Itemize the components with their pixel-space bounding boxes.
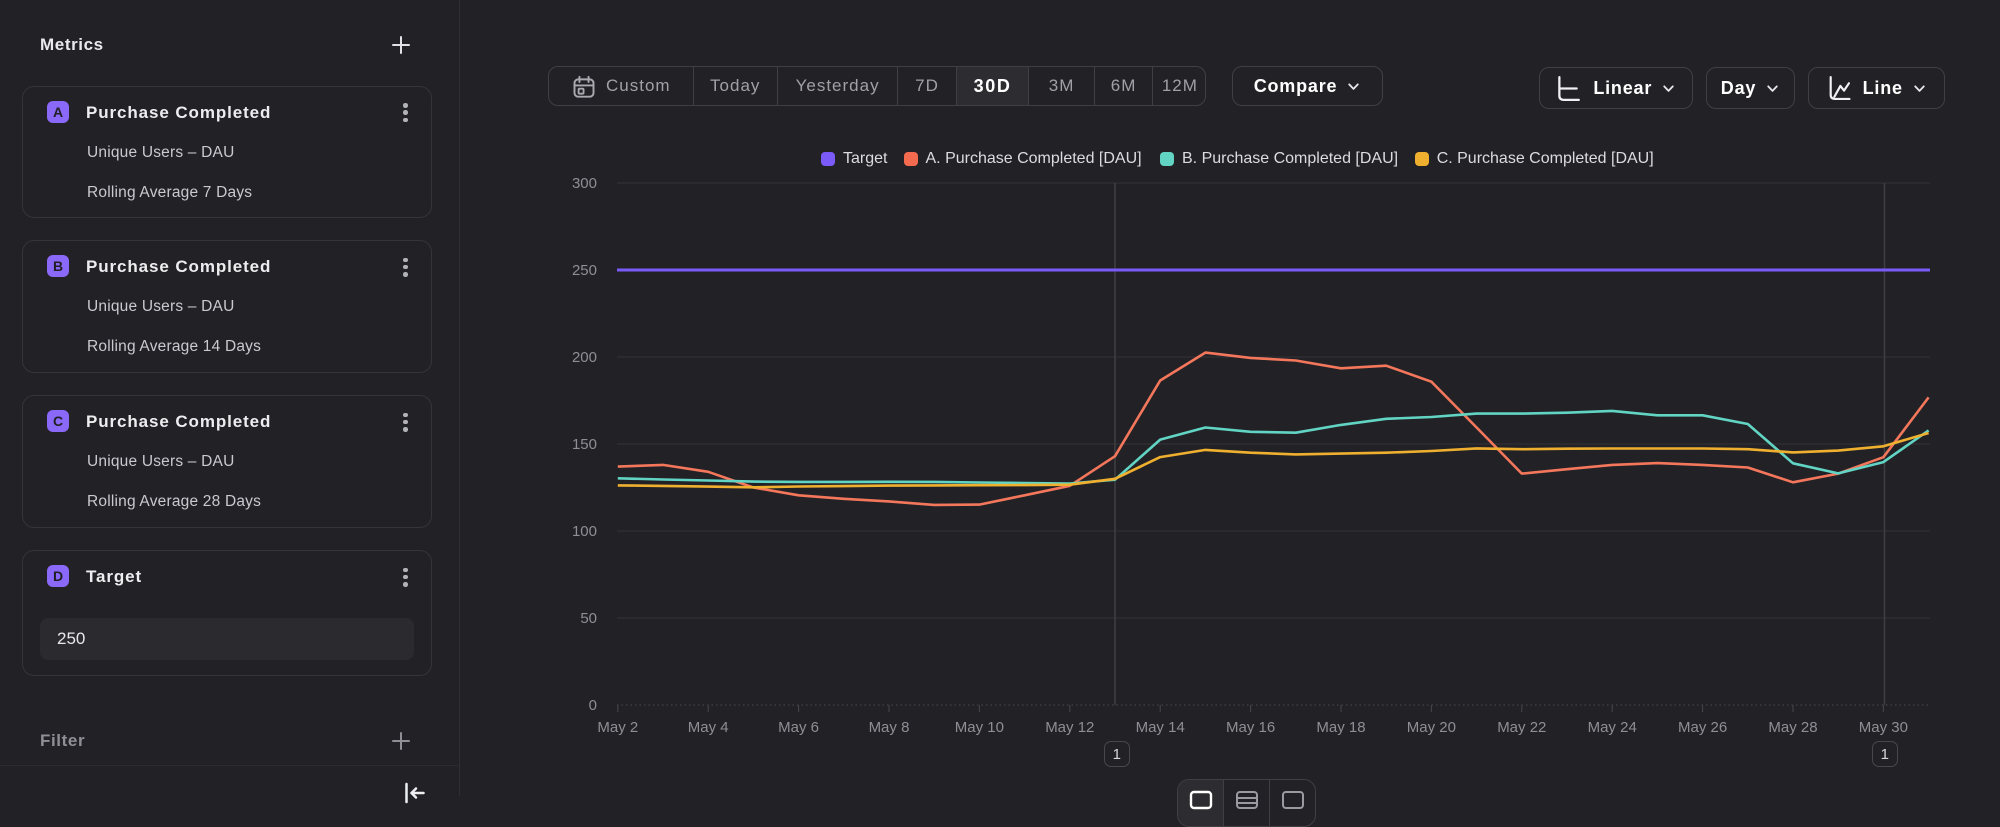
svg-text:May 12: May 12 — [1045, 719, 1094, 736]
svg-text:May 28: May 28 — [1768, 719, 1817, 736]
svg-text:May 20: May 20 — [1407, 719, 1456, 736]
svg-text:50: 50 — [580, 610, 597, 627]
svg-text:300: 300 — [572, 175, 597, 192]
svg-text:150: 150 — [572, 436, 597, 453]
svg-text:May 16: May 16 — [1226, 719, 1275, 736]
svg-text:May 2: May 2 — [597, 719, 638, 736]
svg-text:100: 100 — [572, 523, 597, 540]
svg-text:250: 250 — [572, 262, 597, 279]
svg-text:May 18: May 18 — [1316, 719, 1365, 736]
svg-text:May 30: May 30 — [1859, 719, 1908, 736]
svg-text:May 26: May 26 — [1678, 719, 1727, 736]
svg-text:May 10: May 10 — [955, 719, 1004, 736]
svg-text:200: 200 — [572, 349, 597, 366]
svg-text:May 4: May 4 — [688, 719, 729, 736]
svg-text:May 6: May 6 — [778, 719, 819, 736]
svg-text:May 8: May 8 — [869, 719, 910, 736]
svg-text:May 14: May 14 — [1136, 719, 1185, 736]
svg-text:May 24: May 24 — [1588, 719, 1637, 736]
svg-text:0: 0 — [589, 697, 597, 714]
svg-text:May 22: May 22 — [1497, 719, 1546, 736]
